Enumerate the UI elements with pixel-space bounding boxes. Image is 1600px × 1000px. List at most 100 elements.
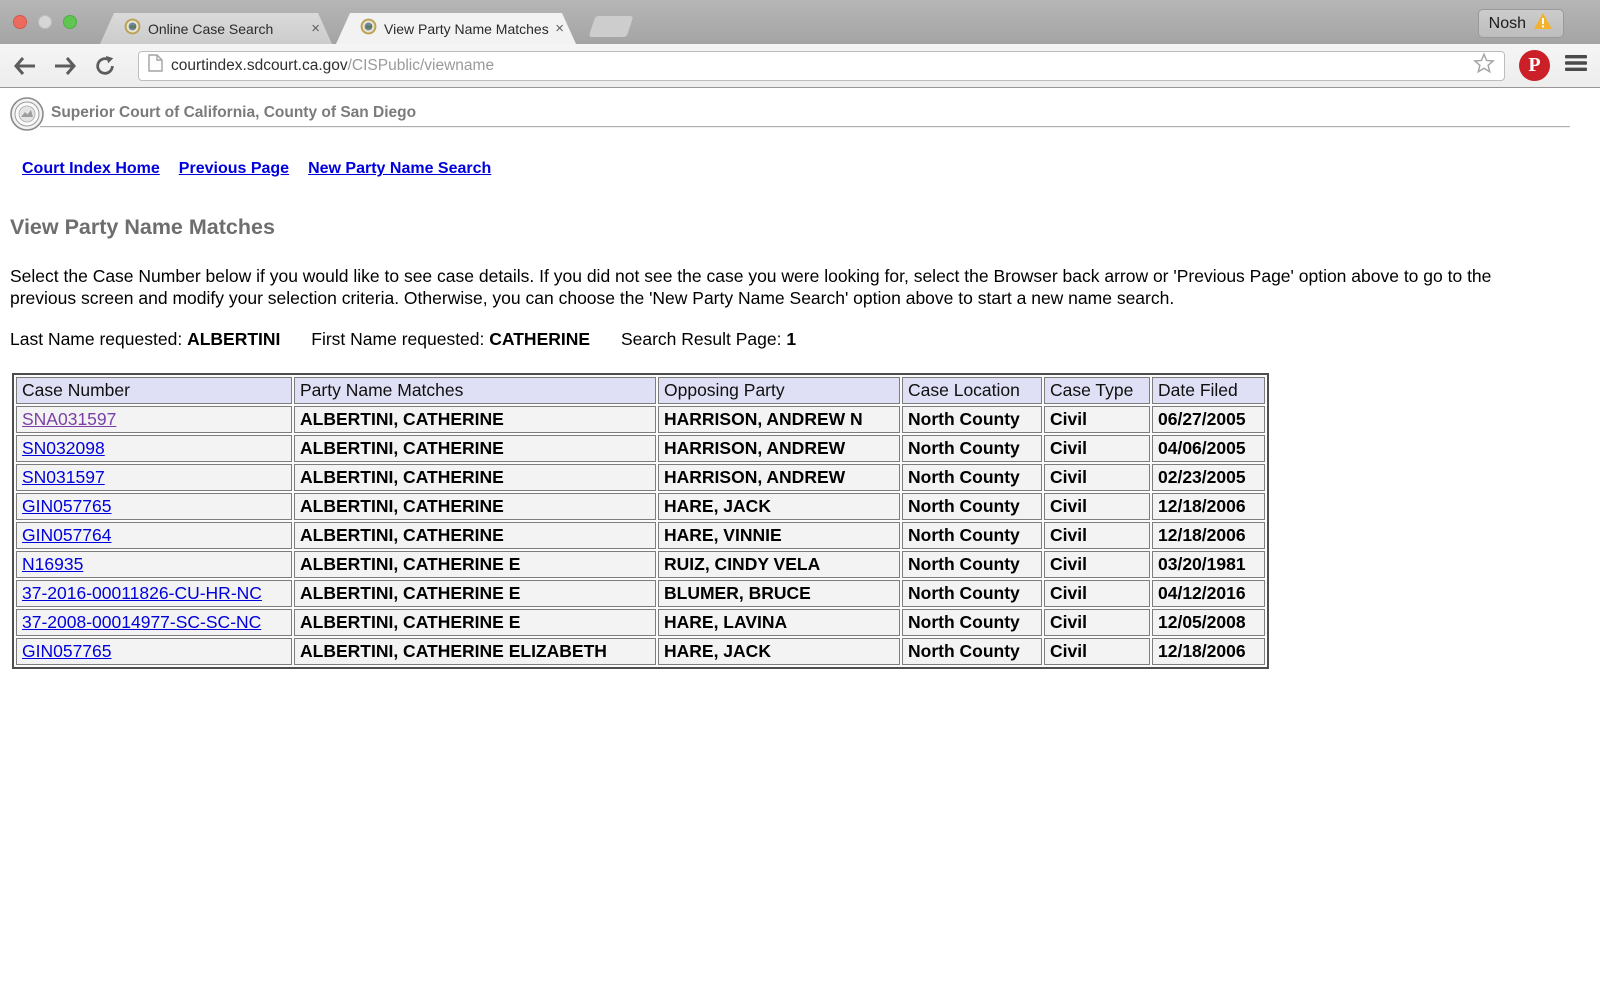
case-number-link[interactable]: SNA031597 [22, 409, 116, 429]
nav-link-court-index-home[interactable]: Court Index Home [22, 160, 160, 178]
date-filed-cell: 12/05/2008 [1152, 609, 1265, 636]
results-table: Case NumberParty Name MatchesOpposing Pa… [12, 373, 1269, 669]
nav-link-new-party-name-search[interactable]: New Party Name Search [308, 160, 491, 178]
opposing-party-cell: RUIZ, CINDY VELA [658, 551, 900, 578]
case-type-cell: Civil [1044, 638, 1150, 665]
opposing-party-cell: HARRISON, ANDREW [658, 435, 900, 462]
menu-hamburger-icon[interactable] [1564, 54, 1588, 77]
case-number-link[interactable]: N16935 [22, 554, 83, 574]
page-content: Superior Court of California, County of … [0, 88, 1600, 669]
court-seal-favicon-icon [360, 18, 377, 40]
tab-strip: Online Case Search × View Party Name Mat… [0, 13, 1600, 44]
case-location-cell: North County [902, 435, 1042, 462]
court-seal-favicon-icon [124, 18, 141, 40]
case-number-cell: GIN057764 [16, 522, 292, 549]
page-icon [148, 54, 163, 77]
party-name-cell: ALBERTINI, CATHERINE [294, 464, 656, 491]
case-number-link[interactable]: GIN057764 [22, 525, 112, 545]
date-filed-cell: 12/18/2006 [1152, 522, 1265, 549]
case-number-cell: SN032098 [16, 435, 292, 462]
case-type-cell: Civil [1044, 406, 1150, 433]
table-row: SN031597 ALBERTINI, CATHERINE HARRISON, … [16, 464, 1265, 491]
address-bar[interactable]: courtindex.sdcourt.ca.gov/CISPublic/view… [138, 51, 1505, 81]
table-row: SNA031597 ALBERTINI, CATHERINE HARRISON,… [16, 406, 1265, 433]
page-nav: Court Index Home Previous Page New Party… [22, 160, 1590, 178]
case-type-cell: Civil [1044, 522, 1150, 549]
date-filed-cell: 12/18/2006 [1152, 493, 1265, 520]
opposing-party-cell: HARE, LAVINA [658, 609, 900, 636]
back-arrow-icon[interactable] [12, 53, 38, 79]
last-name-requested: Last Name requested: ALBERTINI [10, 329, 280, 349]
nav-link-previous-page[interactable]: Previous Page [179, 160, 289, 178]
tab-view-party-name-matches[interactable]: View Party Name Matches × [336, 13, 576, 44]
first-name-requested: First Name requested: CATHERINE [311, 329, 590, 349]
opposing-party-cell: HARE, JACK [658, 493, 900, 520]
tab-close-icon[interactable]: × [307, 20, 324, 37]
case-number-link[interactable]: GIN057765 [22, 496, 112, 516]
column-header: Case Type [1044, 377, 1150, 404]
url-host: courtindex.sdcourt.ca.gov [171, 57, 348, 74]
new-tab-button[interactable] [589, 16, 634, 37]
case-number-cell: 37-2008-00014977-SC-SC-NC [16, 609, 292, 636]
page-title: View Party Name Matches [10, 215, 1590, 240]
date-filed-cell: 02/23/2005 [1152, 464, 1265, 491]
opposing-party-cell: HARRISON, ANDREW N [658, 406, 900, 433]
column-header: Date Filed [1152, 377, 1265, 404]
case-number-link[interactable]: GIN057765 [22, 641, 112, 661]
site-title: Superior Court of California, County of … [51, 104, 416, 122]
case-number-link[interactable]: SN032098 [22, 438, 105, 458]
case-number-cell: SNA031597 [16, 406, 292, 433]
case-location-cell: North County [902, 580, 1042, 607]
party-name-cell: ALBERTINI, CATHERINE [294, 493, 656, 520]
forward-arrow-icon[interactable] [52, 53, 78, 79]
column-header: Party Name Matches [294, 377, 656, 404]
case-number-link[interactable]: 37-2008-00014977-SC-SC-NC [22, 612, 261, 632]
case-number-link[interactable]: 37-2016-00011826-CU-HR-NC [22, 583, 262, 603]
table-row: SN032098 ALBERTINI, CATHERINE HARRISON, … [16, 435, 1265, 462]
case-number-link[interactable]: SN031597 [22, 467, 105, 487]
case-location-cell: North County [902, 638, 1042, 665]
party-name-cell: ALBERTINI, CATHERINE ELIZABETH [294, 638, 656, 665]
party-name-cell: ALBERTINI, CATHERINE [294, 406, 656, 433]
url-text: courtindex.sdcourt.ca.gov/CISPublic/view… [171, 57, 494, 75]
tab-close-icon[interactable]: × [551, 20, 568, 37]
table-row: 37-2008-00014977-SC-SC-NC ALBERTINI, CAT… [16, 609, 1265, 636]
bookmark-star-icon[interactable] [1473, 52, 1495, 79]
case-location-cell: North County [902, 406, 1042, 433]
date-filed-cell: 12/18/2006 [1152, 638, 1265, 665]
table-row: GIN057765 ALBERTINI, CATHERINE ELIZABETH… [16, 638, 1265, 665]
tab-title: View Party Name Matches [384, 21, 551, 37]
first-name-value: CATHERINE [489, 329, 590, 349]
case-location-cell: North County [902, 609, 1042, 636]
nosh-label: Nosh [1489, 15, 1526, 33]
opposing-party-cell: HARE, JACK [658, 638, 900, 665]
tab-title: Online Case Search [148, 21, 307, 37]
site-header: Superior Court of California, County of … [10, 96, 1590, 137]
column-header: Case Number [16, 377, 292, 404]
date-filed-cell: 03/20/1981 [1152, 551, 1265, 578]
party-name-cell: ALBERTINI, CATHERINE [294, 522, 656, 549]
case-location-cell: North County [902, 493, 1042, 520]
nosh-badge[interactable]: Nosh [1478, 9, 1564, 38]
table-row: 37-2016-00011826-CU-HR-NC ALBERTINI, CAT… [16, 580, 1265, 607]
table-row: N16935 ALBERTINI, CATHERINE E RUIZ, CIND… [16, 551, 1265, 578]
search-result-page-number: 1 [786, 329, 796, 349]
date-filed-cell: 06/27/2005 [1152, 406, 1265, 433]
last-name-value: ALBERTINI [187, 329, 280, 349]
date-filed-cell: 04/12/2016 [1152, 580, 1265, 607]
column-header: Opposing Party [658, 377, 900, 404]
case-type-cell: Civil [1044, 464, 1150, 491]
opposing-party-cell: HARRISON, ANDREW [658, 464, 900, 491]
table-body: SNA031597 ALBERTINI, CATHERINE HARRISON,… [16, 406, 1265, 665]
case-number-cell: GIN057765 [16, 493, 292, 520]
opposing-party-cell: HARE, VINNIE [658, 522, 900, 549]
case-location-cell: North County [902, 551, 1042, 578]
tab-online-case-search[interactable]: Online Case Search × [100, 13, 332, 44]
pinterest-icon[interactable]: P [1519, 50, 1550, 81]
court-seal-icon [10, 96, 44, 137]
case-type-cell: Civil [1044, 493, 1150, 520]
date-filed-cell: 04/06/2005 [1152, 435, 1265, 462]
party-name-cell: ALBERTINI, CATHERINE [294, 435, 656, 462]
case-type-cell: Civil [1044, 609, 1150, 636]
reload-icon[interactable] [92, 53, 118, 79]
